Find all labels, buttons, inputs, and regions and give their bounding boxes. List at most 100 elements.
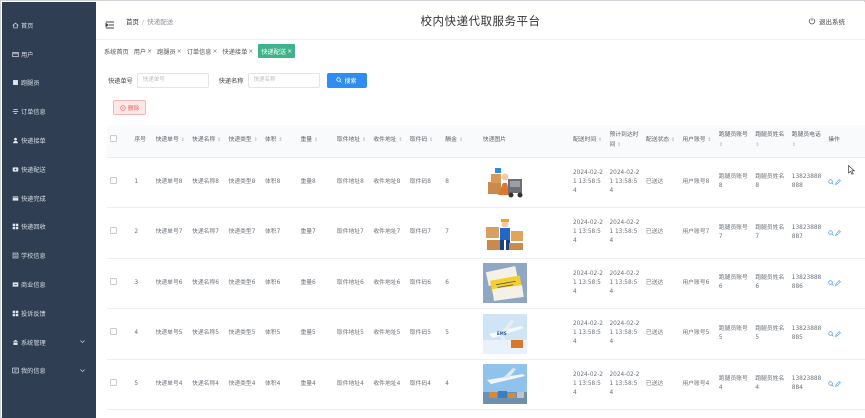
view-icon[interactable]	[828, 230, 834, 236]
row-checkbox[interactable]	[110, 176, 117, 184]
tab-1[interactable]: 用户 ×	[134, 44, 152, 58]
column-header-17[interactable]: 跑腿员电话 ⇕	[788, 125, 826, 158]
view-icon[interactable]	[828, 280, 834, 286]
sidebar-item-2[interactable]: 跑腿员	[2, 69, 96, 98]
column-header-5[interactable]: 重量 ⇕	[297, 125, 334, 158]
select-all-checkbox[interactable]	[110, 135, 117, 143]
sort-icon[interactable]: ⇕	[755, 142, 759, 148]
cell-vol: 体积5	[261, 308, 298, 360]
tab-5[interactable]: 快递配送 ×	[258, 44, 296, 58]
school-icon	[11, 252, 19, 260]
column-header-label: 重量	[300, 137, 313, 144]
edit-icon[interactable]	[835, 330, 842, 337]
column-header-14[interactable]: 用户账号 ⇕	[679, 125, 716, 158]
column-header-7[interactable]: 收件地址 ⇕	[370, 125, 407, 158]
column-header-8[interactable]: 取件码 ⇕	[406, 125, 443, 158]
cell-eta: 2024-02-21 13:58:54	[606, 308, 643, 360]
column-header-2[interactable]: 快递名称 ⇕	[189, 125, 226, 158]
sort-icon[interactable]: ⇕	[707, 137, 711, 143]
cell-rphone: 13823888887	[788, 207, 826, 259]
edit-icon[interactable]	[835, 280, 842, 287]
table-row[interactable]: 1 快递单号8 快递名称8 快递类型8 体积8 重量8 取件地址8 收件地址8 取件码8 8 202…	[107, 157, 865, 208]
table-row[interactable]: 5 快递单号4 快递名称4 快递类型4 体积4 重量4 取件地址4 收件地址4 取件码4 4 202…	[107, 359, 865, 410]
sidebar-item-5[interactable]: 快递配送	[2, 155, 96, 184]
sidebar-item-0[interactable]: 首页	[2, 11, 96, 40]
express-name-label: 快递名称	[218, 77, 244, 85]
sidebar-item-10[interactable]: 投诉反馈	[2, 299, 96, 328]
sidebar-item-4[interactable]: 快递接单	[2, 126, 96, 155]
cell-pickup: 取件地址8	[333, 157, 371, 208]
view-icon[interactable]	[828, 331, 834, 337]
sidebar-item-label: 跑腿员	[21, 80, 40, 88]
express-image-cell: EMS	[479, 308, 570, 360]
sort-icon[interactable]: ⇕	[617, 142, 621, 148]
sort-icon[interactable]: ⇕	[598, 137, 602, 143]
express-name-input[interactable]	[247, 72, 320, 88]
sidebar-item-6[interactable]: 快递完成	[2, 184, 96, 213]
sort-icon[interactable]: ⇕	[217, 137, 221, 143]
sidebar-item-11[interactable]: 系统管理	[2, 328, 96, 357]
tab-label: 快递接单	[222, 48, 248, 56]
cell-name: 快递名称8	[189, 157, 226, 208]
edit-icon[interactable]	[835, 229, 842, 236]
cell-type: 快递类型8	[225, 157, 262, 208]
column-header-label: 配送时间	[572, 137, 597, 144]
sort-icon[interactable]: ⇕	[792, 142, 796, 148]
sort-icon[interactable]: ⇕	[181, 137, 185, 143]
sort-icon[interactable]: ⇕	[314, 137, 318, 143]
sidebar-item-3[interactable]: 订单信息	[2, 97, 96, 126]
tab-close-icon[interactable]: ×	[213, 48, 218, 55]
edit-icon[interactable]	[835, 179, 842, 186]
sort-icon[interactable]: ⇕	[254, 137, 258, 143]
sort-icon[interactable]: ⇕	[429, 137, 433, 143]
tab-0[interactable]: 系统首页	[104, 44, 129, 58]
column-header-label: 快递名称	[192, 137, 216, 144]
sidebar-item-7[interactable]: 快递回收	[2, 213, 96, 242]
home-icon	[11, 21, 19, 29]
sort-icon[interactable]: ⇕	[671, 137, 675, 143]
row-checkbox[interactable]	[110, 378, 117, 386]
search-button[interactable]: 搜索	[326, 72, 367, 88]
column-header-11[interactable]: 配送时间 ⇕	[569, 125, 607, 158]
tab-close-icon[interactable]: ×	[248, 48, 253, 55]
column-header-1[interactable]: 快递单号 ⇕	[152, 125, 190, 158]
sort-icon[interactable]: ⇕	[398, 137, 402, 143]
column-header-0: 序号	[131, 125, 153, 158]
view-icon[interactable]	[828, 381, 834, 387]
column-header-16[interactable]: 跑腿员姓名 ⇕	[752, 125, 789, 158]
column-header-13[interactable]: 配送状态 ⇕	[642, 125, 680, 158]
view-icon[interactable]	[828, 179, 834, 185]
column-header-9[interactable]: 酬金 ⇕	[442, 125, 480, 158]
column-header-label: 收件地址	[373, 137, 397, 144]
table-row[interactable]: 2 快递单号7 快递名称7 快递类型7 体积7 重量7 取件地址7 收件地址7 取件码7 7 202…	[107, 207, 865, 259]
table-row[interactable]: 4 快递单号5 快递名称5 快递类型5 体积5 重量5 取件地址5 收件地址5 取件码5 5 EMS…	[107, 308, 865, 360]
sort-icon[interactable]: ⇕	[362, 137, 366, 143]
tab-2[interactable]: 跑腿员 ×	[157, 44, 182, 58]
table-row[interactable]: 3 快递单号6 快递名称6 快递类型6 体积6 重量6 取件地址6 收件地址6 取件码6 6 202…	[107, 258, 865, 309]
cell-runner: 跑腿员账号4	[715, 359, 753, 410]
delete-button[interactable]: 删除	[113, 100, 146, 115]
column-header-15[interactable]: 跑腿员账号 ⇕	[715, 125, 753, 158]
sidebar-item-12[interactable]: 我的信息	[2, 357, 96, 386]
sort-icon[interactable]: ⇕	[719, 142, 723, 148]
sort-icon[interactable]: ⇕	[278, 137, 282, 143]
tab-close-icon[interactable]: ×	[147, 48, 152, 55]
tab-3[interactable]: 订单信息 ×	[187, 44, 218, 58]
row-checkbox[interactable]	[110, 227, 117, 235]
express-no-input[interactable]	[136, 72, 209, 88]
sidebar-item-1[interactable]: 用户	[2, 40, 96, 69]
logout-button[interactable]: 退出系统	[808, 16, 845, 26]
tab-4[interactable]: 快递接单 ×	[223, 44, 254, 58]
sort-icon[interactable]: ⇕	[459, 137, 463, 143]
row-checkbox[interactable]	[110, 328, 117, 336]
column-header-3[interactable]: 快递类型 ⇕	[225, 125, 262, 158]
row-checkbox[interactable]	[110, 277, 117, 285]
sidebar-item-9[interactable]: 商业信息	[2, 270, 96, 299]
column-header-6[interactable]: 取件地址 ⇕	[333, 125, 371, 158]
edit-icon[interactable]	[835, 381, 842, 388]
column-header-12[interactable]: 预计到达时间 ⇕	[606, 125, 643, 158]
tab-close-icon[interactable]: ×	[177, 48, 182, 55]
column-header-4[interactable]: 体积 ⇕	[261, 125, 298, 158]
sidebar-item-8[interactable]: 学校信息	[2, 241, 96, 270]
tab-close-icon[interactable]: ×	[287, 48, 292, 55]
